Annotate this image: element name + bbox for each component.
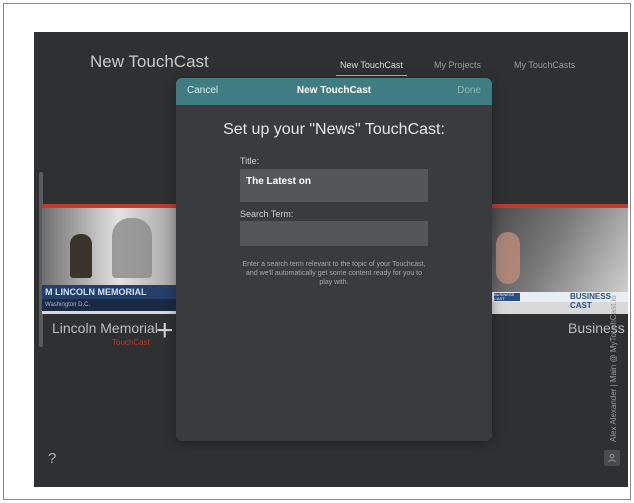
account-label: Alex Alexander | Main @ MyTouchCast.io <box>604 272 622 442</box>
title-field-value: The Latest on <box>246 176 312 187</box>
card-banner-sub: Washington D.C. <box>42 299 182 311</box>
dialog-title: New TouchCast <box>296 85 372 96</box>
presenter-shape <box>496 232 520 284</box>
search-hint: Enter a search term relevant to the topi… <box>242 261 426 286</box>
dialog-header: Cancel New TouchCast Done <box>176 78 492 105</box>
setup-heading: Set up your "News" TouchCast: <box>223 121 445 138</box>
card-badge: BUSINESS CAST <box>494 293 520 301</box>
account-channel: Main @ MyTouchCast.io <box>609 295 618 383</box>
title-field[interactable]: The Latest on <box>240 169 428 202</box>
user-icon[interactable] <box>604 450 620 466</box>
card-title-lincoln: Lincoln Memorial <box>52 320 158 336</box>
presenter-shape <box>70 234 92 278</box>
tab-new-touchcast[interactable]: New TouchCast <box>336 60 407 76</box>
app-screen: New TouchCast New TouchCast My Projects … <box>34 32 628 487</box>
account-separator: | <box>609 384 618 387</box>
user-glyph <box>608 453 616 463</box>
tab-my-projects[interactable]: My Projects <box>434 60 481 70</box>
search-term-field[interactable] <box>240 221 428 246</box>
new-touchcast-dialog: Cancel New TouchCast Done Set up your "N… <box>176 78 492 441</box>
title-label: Title: <box>240 156 260 166</box>
screenshot-frame: New TouchCast New TouchCast My Projects … <box>3 3 631 500</box>
done-button[interactable]: Done <box>457 85 481 96</box>
search-term-label: Search Term: <box>240 209 294 219</box>
card-subtitle-lincoln: TouchCast <box>112 338 150 347</box>
app-title: New TouchCast <box>90 52 209 71</box>
card-thumbnail-image <box>42 208 182 285</box>
card-banner: M LINCOLN MEMORIAL <box>42 285 182 299</box>
tab-my-touchcasts[interactable]: My TouchCasts <box>514 60 575 70</box>
help-icon[interactable]: ? <box>48 450 56 467</box>
template-card-lincoln[interactable]: M LINCOLN MEMORIAL Washington D.C. <box>42 204 182 314</box>
plus-icon[interactable]: + <box>156 316 174 346</box>
statue-shape <box>112 218 152 278</box>
account-user: Alex Alexander <box>609 388 618 442</box>
